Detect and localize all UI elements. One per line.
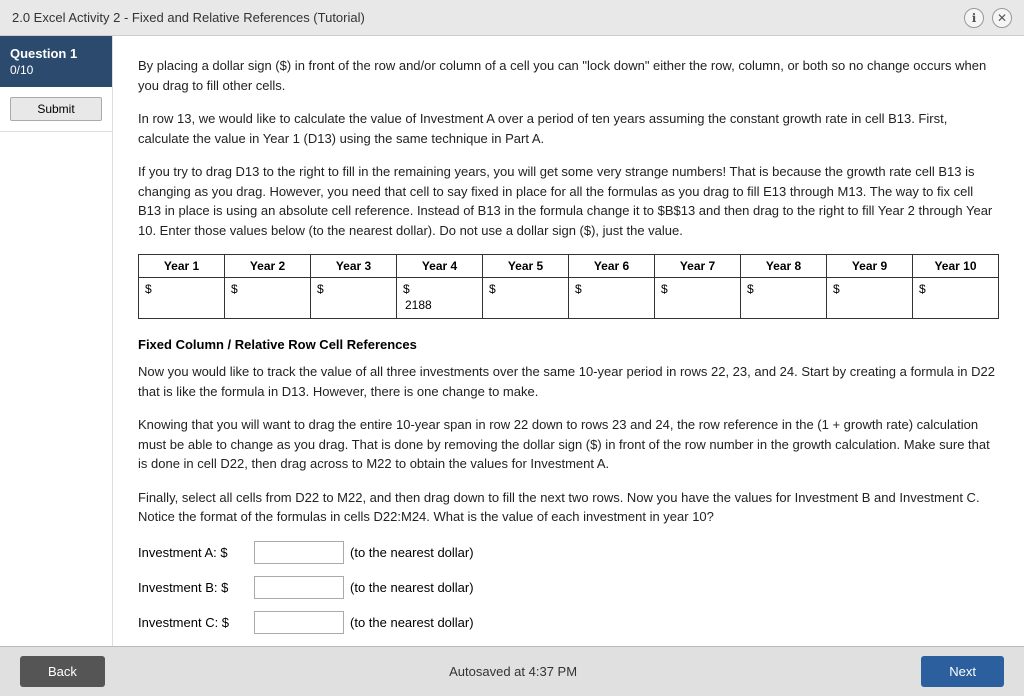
content-area: By placing a dollar sign ($) in front of… (113, 36, 1024, 646)
investment-b-input[interactable] (254, 576, 344, 599)
year-table-container: Year 1 Year 2 Year 3 Year 4 Year 5 Year … (138, 254, 999, 319)
back-button[interactable]: Back (20, 656, 105, 687)
sidebar: Question 1 0/10 Submit (0, 36, 113, 646)
title-bar: 2.0 Excel Activity 2 - Fixed and Relativ… (0, 0, 1024, 36)
autosave-text: Autosaved at 4:37 PM (449, 664, 577, 679)
investment-c-input[interactable] (254, 611, 344, 634)
investment-a-row: Investment A: $ (to the nearest dollar) (138, 541, 999, 564)
investment-b-row: Investment B: $ (to the nearest dollar) (138, 576, 999, 599)
dollar-6: $ (575, 282, 582, 296)
input-year6[interactable] (575, 296, 645, 314)
investment-c-row: Investment C: $ (to the nearest dollar) (138, 611, 999, 634)
investment-b-label: Investment B: $ (138, 580, 248, 595)
sidebar-submit-area: Submit (0, 87, 112, 132)
next-button[interactable]: Next (921, 656, 1004, 687)
paragraph-5: Knowing that you will want to drag the e… (138, 415, 999, 474)
investment-a-label: Investment A: $ (138, 545, 248, 560)
show-answer-button[interactable]: Show Answer (296, 646, 431, 647)
input-year10[interactable] (919, 296, 989, 314)
close-icon[interactable]: ✕ (992, 8, 1012, 28)
dollar-5: $ (489, 282, 496, 296)
col-year3: Year 3 (311, 255, 397, 278)
question-label: Question 1 (10, 46, 102, 61)
investment-c-label: Investment C: $ (138, 615, 248, 630)
input-year2[interactable] (231, 296, 301, 314)
dollar-1: $ (145, 282, 152, 296)
investment-c-note: (to the nearest dollar) (350, 615, 474, 630)
col-year5: Year 5 (483, 255, 569, 278)
check-answers-button[interactable]: Check Answers (138, 646, 284, 647)
investment-b-note: (to the nearest dollar) (350, 580, 474, 595)
cell-year6: $ (569, 278, 655, 319)
title-bar-icons: ℹ ✕ (964, 8, 1012, 28)
cell-year9: $ (827, 278, 913, 319)
dollar-3: $ (317, 282, 324, 296)
paragraph-4: Now you would like to track the value of… (138, 362, 999, 401)
input-year1[interactable] (145, 296, 215, 314)
dollar-10: $ (919, 282, 926, 296)
col-year1: Year 1 (139, 255, 225, 278)
col-year10: Year 10 (913, 255, 999, 278)
input-year5[interactable] (489, 296, 559, 314)
paragraph-3: If you try to drag D13 to the right to f… (138, 162, 999, 240)
col-year6: Year 6 (569, 255, 655, 278)
cell-year5: $ (483, 278, 569, 319)
cell-year8: $ (741, 278, 827, 319)
year-table: Year 1 Year 2 Year 3 Year 4 Year 5 Year … (138, 254, 999, 319)
paragraph-1: By placing a dollar sign ($) in front of… (138, 56, 999, 95)
question-score: 0/10 (10, 63, 102, 77)
section-title: Fixed Column / Relative Row Cell Referen… (138, 337, 999, 352)
action-buttons-row: Check Answers Show Answer (138, 646, 999, 647)
input-year4[interactable] (403, 296, 473, 314)
col-year7: Year 7 (655, 255, 741, 278)
dollar-2: $ (231, 282, 238, 296)
col-year4: Year 4 (397, 255, 483, 278)
input-year8[interactable] (747, 296, 817, 314)
investment-a-input[interactable] (254, 541, 344, 564)
info-icon[interactable]: ℹ (964, 8, 984, 28)
input-year7[interactable] (661, 296, 731, 314)
cell-year2: $ (225, 278, 311, 319)
dollar-4: $ (403, 282, 410, 296)
dollar-8: $ (747, 282, 754, 296)
cell-year10: $ (913, 278, 999, 319)
sidebar-question-block: Question 1 0/10 (0, 36, 112, 87)
col-year9: Year 9 (827, 255, 913, 278)
col-year2: Year 2 (225, 255, 311, 278)
investment-a-note: (to the nearest dollar) (350, 545, 474, 560)
window-title: 2.0 Excel Activity 2 - Fixed and Relativ… (12, 10, 365, 25)
dollar-9: $ (833, 282, 840, 296)
cell-year1: $ (139, 278, 225, 319)
col-year8: Year 8 (741, 255, 827, 278)
main-layout: Question 1 0/10 Submit By placing a doll… (0, 36, 1024, 646)
bottom-bar: Back Autosaved at 4:37 PM Next (0, 646, 1024, 696)
paragraph-2: In row 13, we would like to calculate th… (138, 109, 999, 148)
cell-year3: $ (311, 278, 397, 319)
input-year9[interactable] (833, 296, 903, 314)
input-year3[interactable] (317, 296, 387, 314)
cell-year4: $ (397, 278, 483, 319)
cell-year7: $ (655, 278, 741, 319)
paragraph-6: Finally, select all cells from D22 to M2… (138, 488, 999, 527)
submit-button[interactable]: Submit (10, 97, 102, 121)
dollar-7: $ (661, 282, 668, 296)
